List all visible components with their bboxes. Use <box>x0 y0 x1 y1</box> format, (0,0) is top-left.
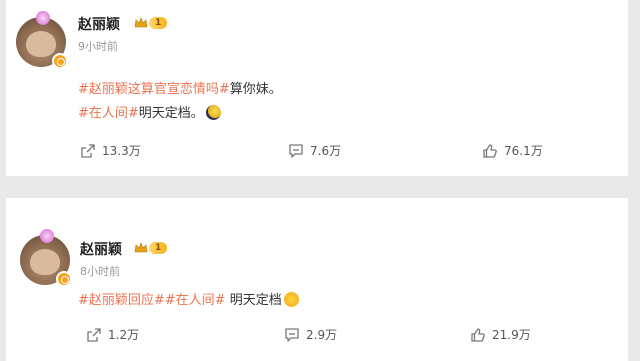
moon-emoji-icon <box>205 105 221 120</box>
comment-icon <box>285 327 299 342</box>
comment-button[interactable]: 2.9万 <box>284 326 337 343</box>
flower-decoration-icon <box>36 11 50 25</box>
comment-count: 7.6万 <box>310 144 342 158</box>
like-icon <box>483 143 497 158</box>
level-badge: 1 <box>149 242 168 254</box>
verified-badge-icon <box>52 53 68 69</box>
like-button[interactable]: 21.9万 <box>470 326 531 343</box>
post-card: 赵丽颖 1 8小时前 #赵丽颖回应##在人间# 明天定档 1.2万 2.9万 2… <box>6 198 628 361</box>
flower-decoration-icon <box>40 229 54 243</box>
crown-icon <box>134 242 148 253</box>
like-count: 76.1万 <box>504 144 543 158</box>
hashtag-link[interactable]: #赵丽颖这算官宣恋情吗# <box>78 82 230 97</box>
level-badge: 1 <box>149 17 168 29</box>
share-button[interactable]: 1.2万 <box>86 326 139 343</box>
post-text-line: #赵丽颖这算官宣恋情吗#算你妹。 <box>78 78 282 97</box>
author-name[interactable]: 赵丽颖 <box>78 14 120 34</box>
verified-badge-icon <box>56 271 72 287</box>
post-text: 算你妹。 <box>229 82 282 97</box>
avatar[interactable] <box>16 11 68 69</box>
hashtag-link[interactable]: #赵丽颖回应##在人间# <box>78 293 226 308</box>
comment-count: 2.9万 <box>306 328 338 342</box>
author-name[interactable]: 赵丽颖 <box>80 239 122 259</box>
share-icon <box>81 143 95 158</box>
post-text: 明天定档。 <box>138 106 204 121</box>
share-count: 13.3万 <box>102 144 141 158</box>
share-icon <box>87 327 101 342</box>
share-button[interactable]: 13.3万 <box>80 142 141 159</box>
avatar[interactable] <box>20 229 72 287</box>
post-time[interactable]: 8小时前 <box>80 263 120 279</box>
like-button[interactable]: 76.1万 <box>482 142 543 159</box>
post-text: 明天定档 <box>229 293 282 308</box>
like-icon <box>471 327 485 342</box>
comment-icon <box>289 143 303 158</box>
like-count: 21.9万 <box>492 328 531 342</box>
post-card: 赵丽颖 1 9小时前 #赵丽颖这算官宣恋情吗#算你妹。 #在人间#明天定档。 1… <box>6 0 628 176</box>
comment-button[interactable]: 7.6万 <box>288 142 341 159</box>
crown-icon <box>134 17 148 28</box>
post-text-line: #赵丽颖回应##在人间# 明天定档 <box>78 289 299 308</box>
post-time[interactable]: 9小时前 <box>78 38 118 54</box>
post-text-line: #在人间#明天定档。 <box>78 102 221 121</box>
share-count: 1.2万 <box>108 328 140 342</box>
tears-emoji-icon <box>283 292 299 307</box>
hashtag-link[interactable]: #在人间# <box>78 106 139 121</box>
